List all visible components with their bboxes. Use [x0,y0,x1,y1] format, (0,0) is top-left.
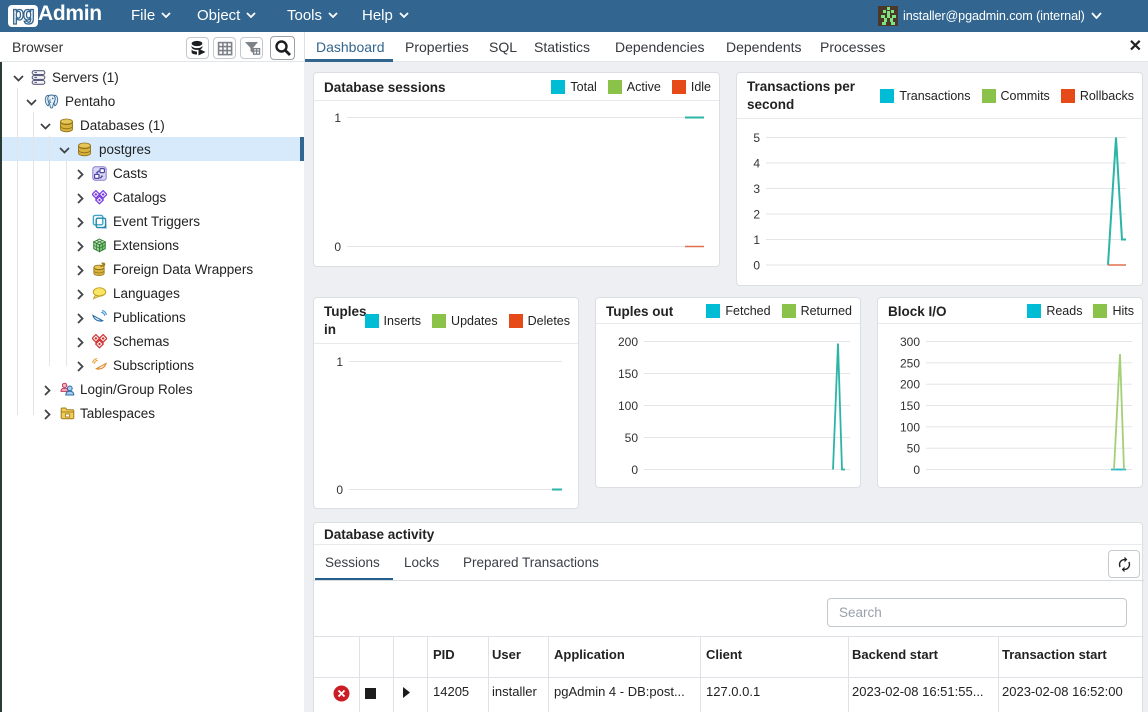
svg-text:100: 100 [618,399,638,413]
svg-text:50: 50 [907,442,921,456]
svg-text:250: 250 [900,356,920,370]
svg-text:0: 0 [913,463,920,477]
svg-text:300: 300 [900,335,920,349]
svg-text:0: 0 [631,463,638,477]
svg-text:0: 0 [334,240,341,254]
svg-text:150: 150 [618,367,638,381]
svg-text:2: 2 [753,208,760,222]
svg-text:0: 0 [753,259,760,273]
svg-text:100: 100 [900,420,920,434]
svg-text:5: 5 [753,131,760,145]
svg-text:4: 4 [753,157,760,171]
svg-text:3: 3 [753,182,760,196]
svg-text:1: 1 [334,111,341,125]
svg-text:1: 1 [753,233,760,247]
svg-text:200: 200 [618,335,638,349]
svg-text:150: 150 [900,399,920,413]
svg-text:1: 1 [336,355,343,369]
svg-text:0: 0 [336,483,343,497]
svg-text:50: 50 [625,431,639,445]
svg-text:200: 200 [900,378,920,392]
